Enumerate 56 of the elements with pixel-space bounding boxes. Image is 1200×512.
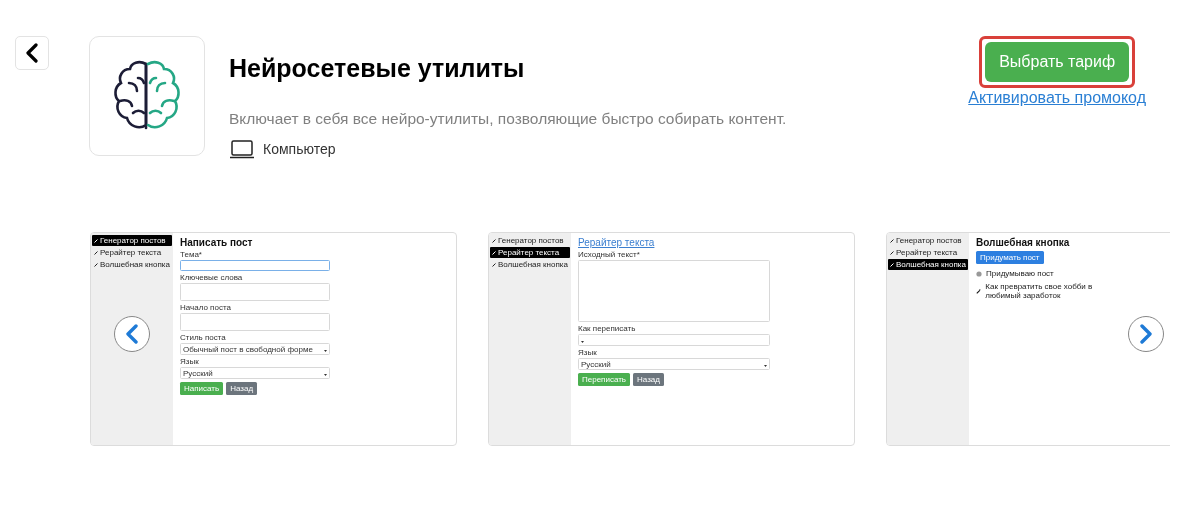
magic-wand-icon [976,287,982,295]
field-label: Язык [578,348,598,357]
pencil-icon [94,250,98,255]
field-label: Язык [180,357,200,366]
laptop-icon [229,139,255,159]
back-button[interactable]: Назад [633,373,664,386]
pencil-icon [94,262,98,267]
promo-code-link[interactable]: Активировать промокод [968,89,1146,107]
pencil-icon [492,238,496,243]
select-field[interactable]: Обычный пост в свободной форме [180,343,330,355]
app-title: Нейросетевые утилиты [229,54,526,83]
sidebar-item[interactable]: Волшебная кнопка [888,259,968,270]
dropdown-icon [764,364,767,367]
page-title: Написать пост [180,237,254,248]
sidebar-item[interactable]: Генератор постов [92,235,172,246]
post-title: Как превратить свое хобби в любимый заработок [985,282,1094,300]
app-description: Включает в себя все нейро-утилиты, позволяющие быстро собирать контент. [229,110,788,128]
text-area[interactable] [578,260,770,322]
field-label: Ключевые слова [180,273,244,282]
spinner-icon [976,270,982,277]
pencil-icon [890,262,894,267]
sidebar-item[interactable]: Генератор постов [888,235,968,246]
sidebar-item[interactable]: Волшебная кнопка [92,259,172,270]
generate-button[interactable]: Придумать пост [976,251,1044,264]
pencil-icon [492,262,496,267]
sidebar-item[interactable]: Волшебная кнопка [490,259,570,270]
sidebar-item[interactable]: Генератор постов [490,235,570,246]
text-area[interactable] [180,283,330,301]
dropdown-icon [324,349,327,352]
field-label: Как переписать [578,324,637,333]
pencil-icon [492,250,496,255]
sidebar-item[interactable]: Рерайтер текста [888,247,968,258]
pencil-icon [94,238,98,243]
chevron-left-icon [126,324,138,344]
field-label: Начало поста [180,303,232,312]
field-label: Стиль поста [180,333,227,342]
text-area[interactable] [180,313,330,331]
text-field[interactable] [180,260,330,271]
dropdown-icon [581,340,584,343]
pencil-icon [890,238,894,243]
pencil-icon [890,250,894,255]
post-title: Придумываю пост [986,269,1054,278]
platform-label: Компьютер [263,141,336,157]
back-icon [25,43,39,63]
dropdown-icon [324,373,327,376]
field-label: Исходный текст* [578,250,641,259]
page-title: Волшебная кнопка [976,237,1071,248]
select-field[interactable]: Русский [180,367,330,379]
select-field[interactable]: Русский [578,358,770,370]
back-button[interactable]: Назад [226,382,258,395]
chevron-right-icon [1140,324,1152,344]
select-field[interactable] [578,334,770,346]
field-label: Тема* [180,250,203,259]
sidebar-item[interactable]: Рерайтер текста [92,247,172,258]
sidebar-item[interactable]: Рерайтер текста [490,247,570,258]
back-button[interactable] [15,36,49,70]
